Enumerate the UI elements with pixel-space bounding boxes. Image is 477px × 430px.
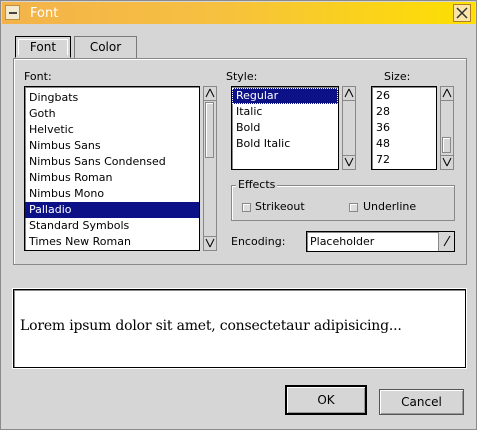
- scroll-up-icon[interactable]: [204, 87, 216, 101]
- underline-checkbox[interactable]: [349, 203, 358, 212]
- size-label: Size:: [384, 70, 411, 83]
- scroll-up-icon[interactable]: [441, 87, 453, 101]
- tab-color[interactable]: Color: [74, 36, 137, 58]
- list-item[interactable]: Standard Symbols: [25, 218, 199, 234]
- size-list[interactable]: 26 28 36 48 72: [371, 86, 437, 170]
- encoding-label: Encoding:: [231, 235, 286, 248]
- scroll-up-icon[interactable]: [343, 87, 355, 101]
- list-item[interactable]: Times New Roman: [25, 234, 199, 250]
- strikeout-label[interactable]: Strikeout: [255, 200, 305, 213]
- ok-button-label: OK: [317, 393, 335, 407]
- style-list-scrollbar[interactable]: [342, 86, 356, 170]
- scroll-thumb[interactable]: [205, 102, 214, 158]
- list-item[interactable]: Bold: [232, 120, 338, 136]
- list-item[interactable]: Nimbus Sans Condensed: [25, 154, 199, 170]
- font-dialog: Font Font Color Font: Dingbats Goth Helvet…: [0, 0, 477, 430]
- scroll-down-icon[interactable]: [343, 155, 355, 169]
- title-bar[interactable]: Font: [2, 2, 475, 24]
- close-icon[interactable]: [453, 4, 471, 22]
- font-preview: Lorem ipsum dolor sit amet, consectetaur…: [13, 289, 466, 368]
- list-item[interactable]: 72: [372, 152, 436, 168]
- list-item[interactable]: Palladio: [25, 202, 199, 218]
- chevron-down-icon[interactable]: [438, 232, 454, 251]
- list-item[interactable]: Regular: [232, 88, 338, 104]
- window-menu-icon[interactable]: [5, 5, 20, 20]
- list-item[interactable]: Goth: [25, 106, 199, 122]
- window-title: Font: [30, 6, 59, 21]
- scroll-down-icon[interactable]: [204, 236, 216, 250]
- style-list[interactable]: Regular Italic Bold Bold Italic: [231, 86, 339, 170]
- tab-font[interactable]: Font: [15, 36, 71, 58]
- list-item[interactable]: 36: [372, 120, 436, 136]
- list-item[interactable]: 28: [372, 104, 436, 120]
- font-label: Font:: [24, 70, 52, 83]
- list-item[interactable]: Dingbats: [25, 90, 199, 106]
- list-item[interactable]: Italic: [232, 104, 338, 120]
- effects-title: Effects: [236, 178, 278, 191]
- list-item[interactable]: Nimbus Roman: [25, 170, 199, 186]
- list-item[interactable]: Helvetic: [25, 122, 199, 138]
- list-item[interactable]: Bold Italic: [232, 136, 338, 152]
- list-item[interactable]: Nimbus Mono: [25, 186, 199, 202]
- list-item[interactable]: 48: [372, 136, 436, 152]
- encoding-value: Placeholder: [310, 235, 375, 248]
- underline-label[interactable]: Underline: [363, 200, 416, 213]
- list-item[interactable]: 26: [372, 88, 436, 104]
- font-list-scrollbar[interactable]: [203, 86, 217, 251]
- tab-font-label: Font: [29, 40, 57, 54]
- style-label: Style:: [226, 70, 258, 83]
- scroll-thumb[interactable]: [442, 137, 451, 153]
- size-list-scrollbar[interactable]: [440, 86, 454, 170]
- encoding-select[interactable]: Placeholder: [306, 231, 455, 252]
- font-list[interactable]: Dingbats Goth Helvetic Nimbus Sans Nimbus Sa…: [24, 86, 200, 251]
- scroll-down-icon[interactable]: [441, 155, 453, 169]
- strikeout-checkbox[interactable]: [242, 203, 251, 212]
- preview-text: Lorem ipsum dolor sit amet, consectetaur…: [20, 318, 402, 334]
- cancel-button-label: Cancel: [401, 395, 442, 409]
- list-item[interactable]: Nimbus Sans: [25, 138, 199, 154]
- cancel-button[interactable]: Cancel: [379, 389, 464, 415]
- ok-button[interactable]: OK: [285, 385, 367, 415]
- tab-color-label: Color: [89, 40, 122, 54]
